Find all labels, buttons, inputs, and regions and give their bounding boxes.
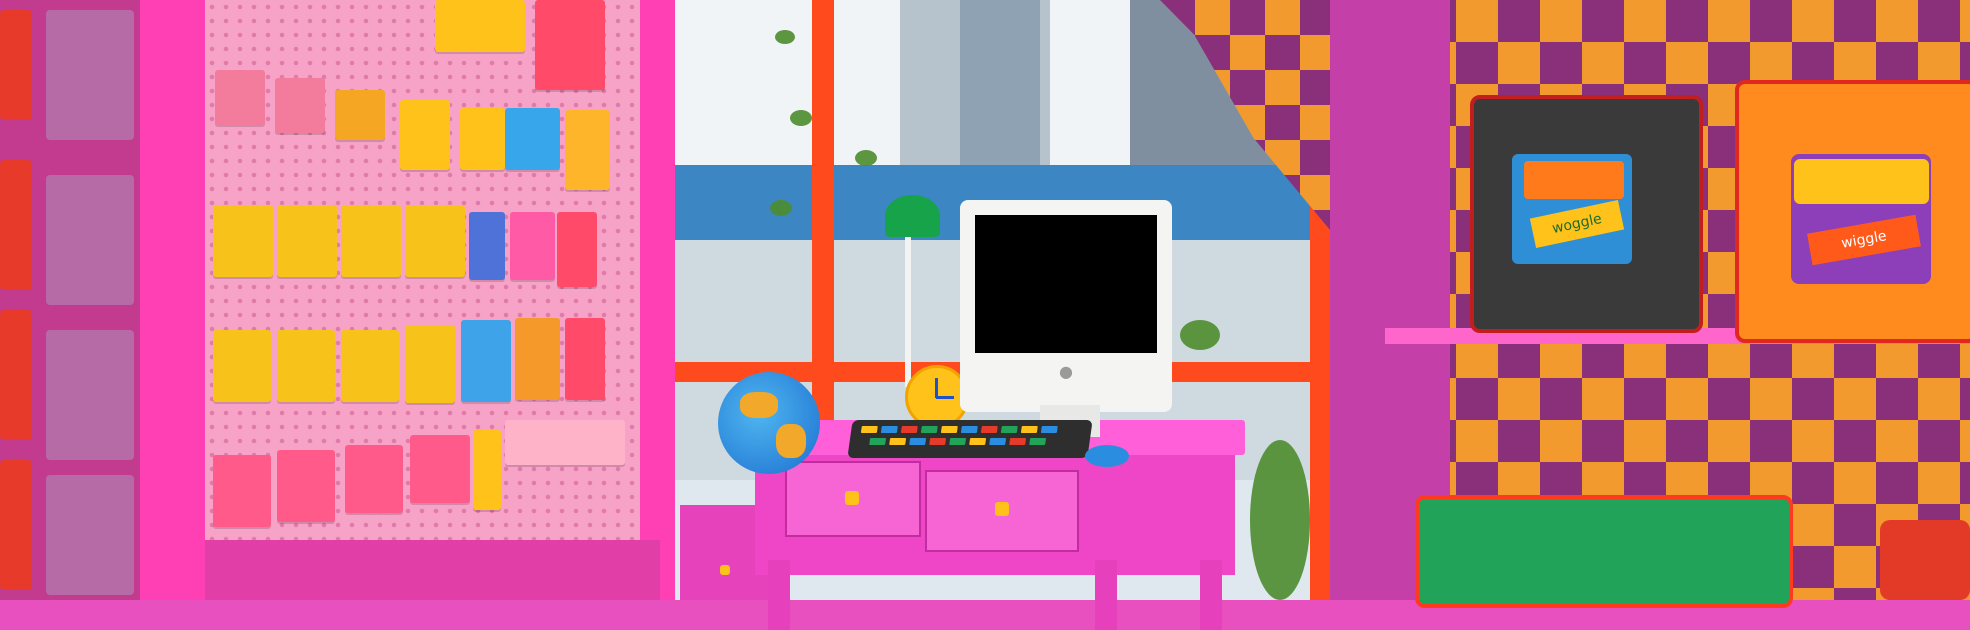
backpack-package: woggle bbox=[1470, 95, 1703, 333]
toy-pack bbox=[46, 475, 134, 595]
checker-arch bbox=[1160, 0, 1330, 230]
vine-leaf bbox=[790, 110, 812, 126]
toy-pack bbox=[0, 310, 32, 440]
hanging-product bbox=[405, 325, 455, 403]
hanging-product bbox=[335, 90, 385, 140]
drawer-knob[interactable] bbox=[720, 565, 730, 575]
backpack-package bbox=[1880, 520, 1970, 600]
plant bbox=[1250, 440, 1310, 600]
hanging-product bbox=[565, 318, 605, 400]
hanging-product bbox=[277, 450, 335, 522]
hanging-product bbox=[400, 100, 450, 170]
skyscraper bbox=[960, 0, 1040, 190]
hanging-product bbox=[535, 0, 605, 90]
toy-pack bbox=[0, 160, 32, 290]
apple-logo-icon: ● bbox=[1059, 362, 1073, 381]
hanging-product bbox=[460, 108, 505, 170]
drawer-knob[interactable] bbox=[995, 502, 1009, 516]
hanging-product bbox=[505, 420, 625, 465]
globe bbox=[718, 372, 820, 474]
hanging-product bbox=[345, 445, 403, 513]
lamp-arm bbox=[905, 237, 911, 387]
desk-drawer[interactable] bbox=[925, 470, 1079, 552]
vine-leaf bbox=[770, 200, 792, 216]
toy-pack bbox=[0, 10, 32, 120]
hanging-product bbox=[505, 108, 560, 170]
desk-drawer[interactable] bbox=[785, 461, 921, 537]
vine-leaf bbox=[855, 150, 877, 166]
hanging-product bbox=[277, 205, 337, 277]
toy-pack bbox=[46, 330, 134, 460]
backpack-package: wiggle bbox=[1735, 80, 1970, 343]
hanging-product bbox=[213, 455, 271, 527]
hanging-product bbox=[275, 78, 325, 133]
desk-leg bbox=[768, 560, 790, 630]
hanging-product bbox=[557, 212, 597, 287]
pegboard bbox=[205, 0, 640, 540]
pink-desk bbox=[755, 455, 1235, 575]
hanging-product bbox=[510, 212, 555, 280]
hanging-product bbox=[469, 212, 505, 280]
hanging-product bbox=[565, 110, 610, 190]
toy-pack bbox=[46, 10, 134, 140]
computer-screen[interactable] bbox=[975, 215, 1157, 353]
window-frame bbox=[812, 0, 834, 420]
cabinet-base bbox=[205, 540, 660, 600]
globe-land bbox=[740, 392, 778, 418]
hanging-product bbox=[473, 430, 501, 510]
hanging-product bbox=[515, 318, 560, 400]
hanging-product bbox=[405, 205, 465, 277]
hanging-product bbox=[435, 0, 525, 52]
plant bbox=[1180, 320, 1220, 350]
hanging-product bbox=[341, 330, 399, 402]
toy-pack bbox=[0, 460, 32, 590]
hanging-product bbox=[410, 435, 470, 503]
vine-leaf bbox=[775, 30, 795, 44]
toy-pack bbox=[46, 175, 134, 305]
hanging-product bbox=[215, 70, 265, 125]
computer-mouse[interactable] bbox=[1085, 445, 1129, 467]
desk-leg bbox=[1200, 560, 1222, 630]
colorful-keyboard[interactable] bbox=[847, 420, 1093, 458]
desk-leg bbox=[1095, 560, 1117, 630]
drawer-knob[interactable] bbox=[845, 491, 859, 505]
hanging-product bbox=[461, 320, 511, 402]
desk-lamp[interactable] bbox=[885, 195, 940, 237]
hanging-product bbox=[277, 330, 335, 402]
hanging-product bbox=[341, 205, 401, 277]
left-display-wall bbox=[0, 0, 140, 600]
hanging-product bbox=[213, 330, 271, 402]
globe-land bbox=[776, 424, 806, 458]
backpack-package bbox=[1415, 495, 1793, 608]
hanging-product bbox=[213, 205, 273, 277]
